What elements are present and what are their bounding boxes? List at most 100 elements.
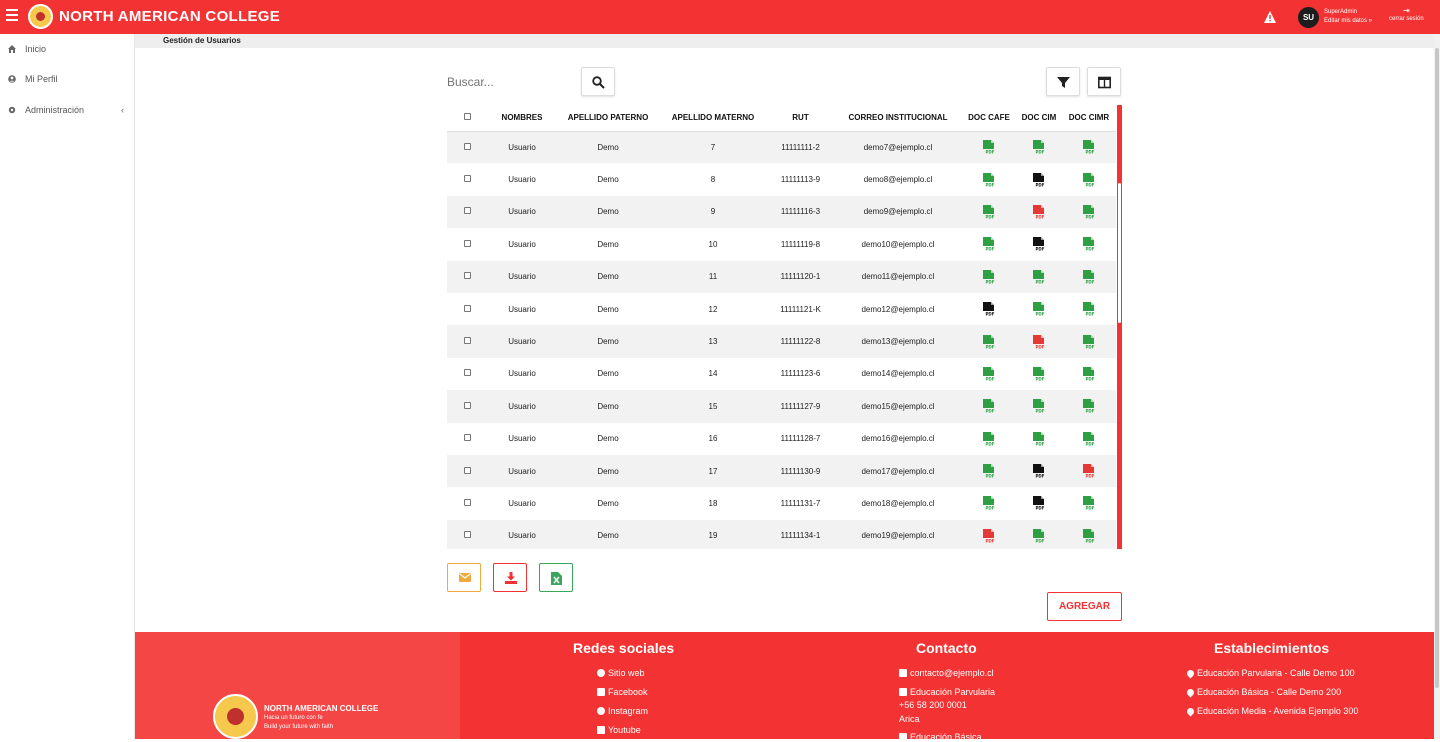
pdf-file-icon[interactable]: PDF — [1032, 302, 1046, 316]
pdf-file-icon[interactable]: PDF — [1032, 269, 1046, 284]
sidebar-item-administracion[interactable]: Administración ‹ — [0, 99, 135, 121]
table-row[interactable]: Usuario Demo 17 11111130-9 demo17@ejemplo.cl… — [447, 454, 1116, 488]
pdf-file-icon[interactable]: PDF — [982, 528, 996, 543]
table-row[interactable]: Usuario Demo 7 11111111-2 demo7@ejemplo.cl PD… — [447, 131, 1116, 164]
table-row[interactable]: Usuario Demo 10 11111119-8 demo10@ejemplo.cl… — [447, 228, 1116, 260]
row-select-cell[interactable] — [447, 195, 487, 229]
row-checkbox[interactable] — [463, 401, 471, 409]
pdf-file-icon[interactable]: PDF — [1082, 399, 1096, 413]
pdf-file-icon[interactable]: PDF — [982, 431, 996, 446]
pdf-file-icon[interactable]: PDF — [1032, 464, 1046, 478]
sidebar-item-inicio[interactable]: Inicio — [0, 38, 135, 60]
establishment-item[interactable]: Educación Parvularia - Calle Demo 100 — [1185, 668, 1355, 679]
pdf-file-icon[interactable]: PDF — [982, 366, 996, 381]
table-row[interactable]: Usuario Demo 15 11111127-9 demo15@ejemplo.cl… — [447, 390, 1116, 423]
pdf-file-icon[interactable]: PDF — [982, 464, 996, 478]
row-checkbox[interactable] — [463, 434, 471, 442]
contact-phone[interactable]: +56 58 200 0001 — [899, 700, 967, 710]
column-header-rut[interactable]: RUT — [767, 105, 834, 132]
row-checkbox[interactable] — [463, 142, 471, 150]
row-checkbox[interactable] — [463, 272, 471, 280]
establishment-item[interactable]: Educación Básica - Calle Demo 200 — [1185, 687, 1341, 698]
select-all-checkbox[interactable] — [463, 113, 471, 121]
pdf-file-icon[interactable]: PDF — [1032, 204, 1046, 219]
pdf-file-icon[interactable]: PDF — [1082, 528, 1096, 543]
email-button[interactable] — [447, 563, 481, 592]
pdf-file-icon[interactable]: PDF — [982, 140, 996, 154]
column-header-doc-cim[interactable]: DOC CIM — [1016, 105, 1062, 132]
row-select-cell[interactable] — [447, 325, 487, 358]
pdf-file-icon[interactable]: PDF — [1032, 431, 1046, 446]
search-input[interactable] — [447, 69, 577, 95]
column-header-correo[interactable]: CORREO INSTITUCIONAL — [834, 105, 962, 132]
pdf-file-icon[interactable]: PDF — [1082, 334, 1096, 349]
row-select-cell[interactable] — [447, 519, 487, 549]
establishment-item[interactable]: Educación Media - Avenida Ejemplo 300 — [1185, 706, 1358, 717]
pdf-file-icon[interactable]: PDF — [982, 204, 996, 219]
add-user-button[interactable]: AGREGAR — [1047, 592, 1122, 621]
row-select-cell[interactable] — [447, 293, 487, 325]
pdf-file-icon[interactable]: PDF — [1032, 334, 1046, 349]
social-link-youtube[interactable]: Youtube — [597, 725, 641, 735]
pdf-file-icon[interactable]: PDF — [982, 172, 996, 187]
row-select-cell[interactable] — [447, 131, 487, 164]
row-checkbox[interactable] — [463, 175, 471, 183]
table-row[interactable]: Usuario Demo 14 11111123-6 demo14@ejemplo.cl… — [447, 358, 1116, 390]
pdf-file-icon[interactable]: PDF — [982, 237, 996, 251]
pdf-file-icon[interactable]: PDF — [1082, 302, 1096, 316]
contact-email[interactable]: contacto@ejemplo.cl — [899, 668, 994, 678]
pdf-file-icon[interactable]: PDF — [982, 399, 996, 413]
pdf-file-icon[interactable]: PDF — [1082, 172, 1096, 187]
pdf-file-icon[interactable]: PDF — [1032, 172, 1046, 187]
pdf-file-icon[interactable]: PDF — [1082, 464, 1096, 478]
row-checkbox[interactable] — [463, 239, 471, 247]
pdf-file-icon[interactable]: PDF — [1082, 269, 1096, 284]
pdf-file-icon[interactable]: PDF — [1082, 140, 1096, 154]
pdf-file-icon[interactable]: PDF — [1032, 237, 1046, 251]
row-checkbox[interactable] — [463, 337, 471, 345]
warning-icon[interactable] — [1263, 10, 1277, 24]
pdf-file-icon[interactable]: PDF — [1082, 431, 1096, 446]
table-row[interactable]: Usuario Demo 8 11111113-9 demo8@ejemplo.cl PD… — [447, 163, 1116, 195]
table-row[interactable]: Usuario Demo 18 11111131-7 demo18@ejemplo.cl… — [447, 487, 1116, 519]
row-checkbox[interactable] — [463, 466, 471, 474]
table-row[interactable]: Usuario Demo 11 11111120-1 demo11@ejemplo.cl… — [447, 260, 1116, 293]
row-select-cell[interactable] — [447, 358, 487, 390]
pdf-file-icon[interactable]: PDF — [1082, 237, 1096, 251]
pdf-file-icon[interactable]: PDF — [1082, 204, 1096, 219]
social-link-facebook[interactable]: Facebook — [597, 687, 648, 697]
row-checkbox[interactable] — [463, 304, 471, 312]
column-header-doc-cimr[interactable]: DOC CIMR — [1062, 105, 1116, 132]
table-row[interactable]: Usuario Demo 12 11111121-K demo12@ejemplo.cl… — [447, 293, 1116, 325]
page-scrollbar[interactable] — [1434, 34, 1440, 739]
columns-button[interactable] — [1087, 67, 1121, 96]
pdf-file-icon[interactable]: PDF — [1032, 528, 1046, 543]
row-select-cell[interactable] — [447, 228, 487, 260]
row-select-cell[interactable] — [447, 423, 487, 455]
user-info[interactable]: SuperAdmin Editar mis datos » — [1324, 8, 1372, 26]
pdf-file-icon[interactable]: PDF — [982, 496, 996, 510]
table-row[interactable]: Usuario Demo 13 11111122-8 demo13@ejemplo.cl… — [447, 325, 1116, 358]
pdf-file-icon[interactable]: PDF — [1032, 366, 1046, 381]
filter-button[interactable] — [1046, 67, 1080, 96]
pdf-file-icon[interactable]: PDF — [1032, 496, 1046, 510]
pdf-file-icon[interactable]: PDF — [1082, 366, 1096, 381]
row-select-cell[interactable] — [447, 260, 487, 293]
pdf-file-icon[interactable]: PDF — [982, 334, 996, 349]
row-select-cell[interactable] — [447, 454, 487, 488]
pdf-file-icon[interactable]: PDF — [1032, 140, 1046, 154]
table-row[interactable]: Usuario Demo 9 11111116-3 demo9@ejemplo.cl PD… — [447, 195, 1116, 229]
row-select-cell[interactable] — [447, 163, 487, 195]
table-row[interactable]: Usuario Demo 19 11111134-1 demo19@ejemplo.cl… — [447, 519, 1116, 549]
row-checkbox[interactable] — [463, 369, 471, 377]
row-checkbox[interactable] — [463, 531, 471, 539]
social-link-website[interactable]: Sitio web — [597, 668, 645, 678]
download-pdf-button[interactable] — [493, 563, 527, 592]
avatar[interactable]: SU — [1298, 7, 1319, 28]
row-checkbox[interactable] — [463, 498, 471, 506]
pdf-file-icon[interactable]: PDF — [982, 302, 996, 316]
search-button[interactable] — [581, 67, 615, 96]
social-link-instagram[interactable]: Instagram — [597, 706, 648, 716]
hamburger-menu-icon[interactable] — [6, 9, 18, 23]
column-header-doc-cafe[interactable]: DOC CAFE — [962, 105, 1016, 132]
